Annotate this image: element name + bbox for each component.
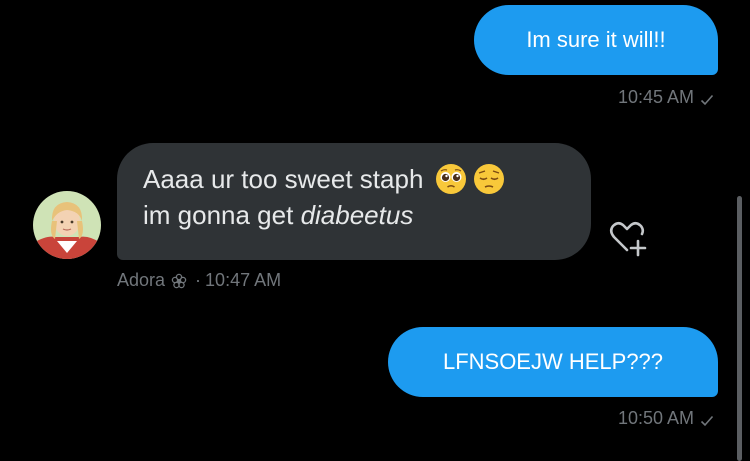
checkmark-icon	[700, 91, 714, 105]
meta-separator: ·	[195, 270, 202, 290]
pensive-face-icon	[473, 163, 505, 195]
message-timestamp: 10:45 AM	[617, 87, 694, 107]
message-timestamp: 10:50 AM	[617, 408, 694, 428]
incoming-message-bubble[interactable]: Aaaa ur too sweet staph im gonna get dia…	[117, 143, 591, 260]
outgoing-message-bubble[interactable]: Im sure it will!!	[474, 5, 718, 75]
message-meta: 10:45 AM	[618, 87, 714, 108]
pleading-face-icon	[435, 163, 467, 195]
flower-icon	[171, 273, 187, 289]
message-meta: Adora · 10:47 AM	[117, 270, 281, 291]
scrollbar[interactable]	[737, 196, 742, 461]
message-timestamp: 10:47 AM	[205, 270, 282, 290]
message-text: LFNSOEJW HELP???	[442, 349, 664, 374]
message-line-2: im gonna get diabeetus	[143, 197, 565, 233]
message-text-prefix: im gonna get	[143, 200, 301, 230]
message-line-1: Aaaa ur too sweet staph	[143, 161, 565, 197]
message-text: Aaaa ur too sweet staph	[143, 164, 424, 194]
checkmark-icon	[700, 412, 714, 426]
add-reaction-icon[interactable]	[608, 217, 650, 257]
outgoing-message-bubble[interactable]: LFNSOEJW HELP???	[388, 327, 718, 397]
message-text-italic: diabeetus	[300, 200, 414, 230]
message-text: Im sure it will!!	[526, 27, 666, 52]
message-meta: 10:50 AM	[618, 408, 714, 429]
sender-name[interactable]: Adora	[117, 270, 165, 291]
avatar[interactable]	[33, 191, 101, 259]
